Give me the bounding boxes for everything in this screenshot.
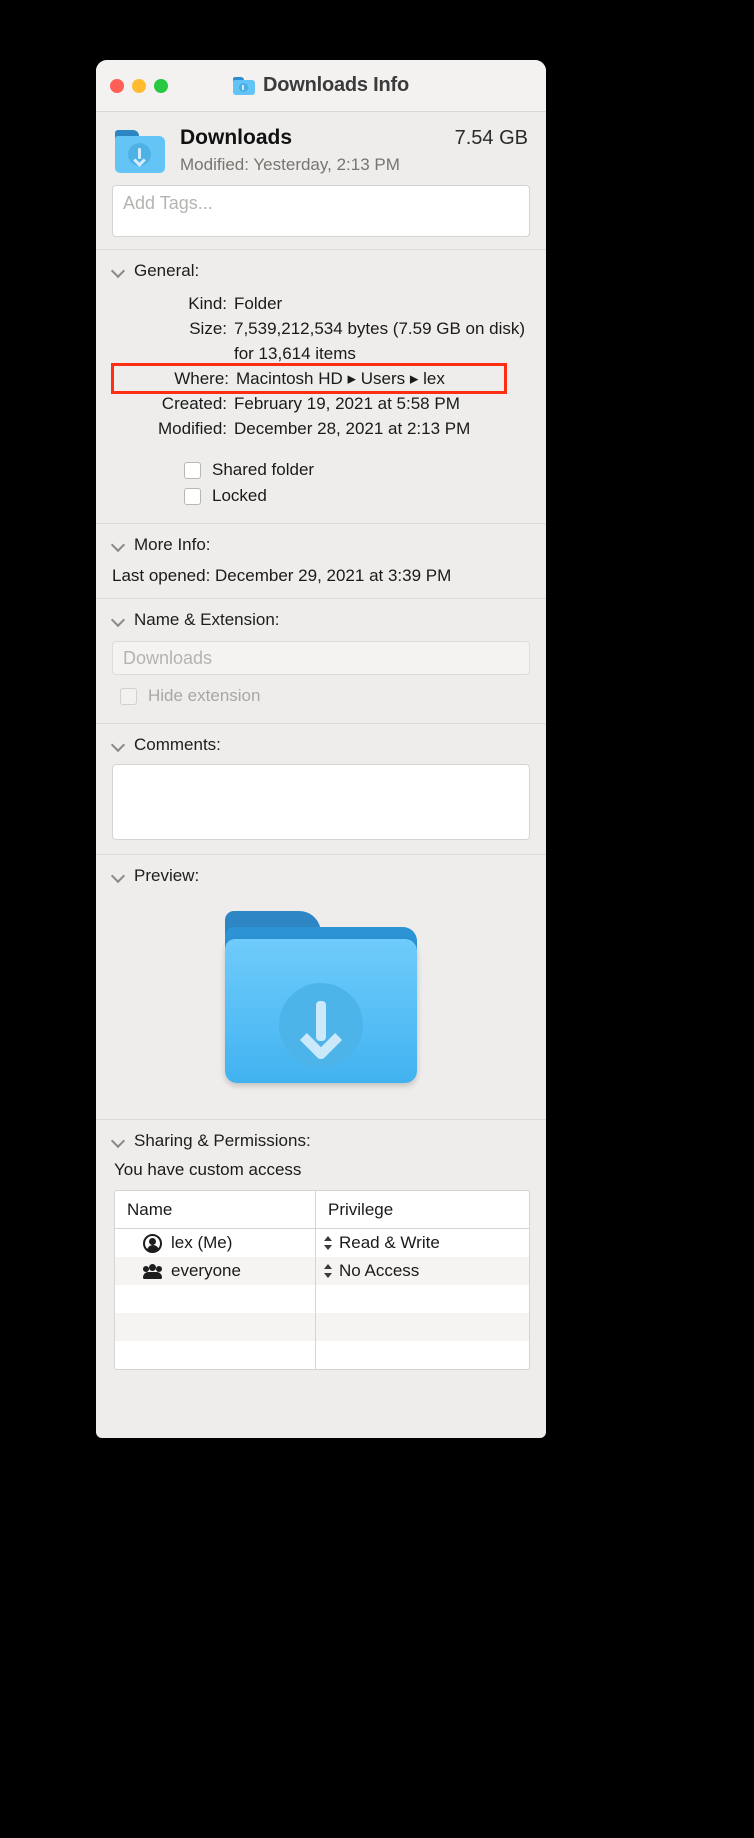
comments-title: Comments: xyxy=(134,735,221,754)
size-value: 7,539,212,534 bytes (7.59 GB on disk) fo… xyxy=(234,319,526,363)
general-section-header[interactable]: General: xyxy=(96,258,546,284)
hide-extension-wrap: Hide extension xyxy=(96,677,546,713)
downloads-folder-icon xyxy=(221,911,421,1083)
table-row[interactable]: everyone No Access xyxy=(115,1257,529,1285)
table-row[interactable]: lex (Me) Read & Write xyxy=(115,1229,529,1257)
locked-label: Locked xyxy=(212,486,267,505)
shared-folder-checkbox-row[interactable]: Shared folder xyxy=(112,457,530,483)
kind-row: Kind: Folder xyxy=(112,291,530,316)
general-section: General: Kind: Folder Size: 7,539,212,53… xyxy=(96,250,546,523)
modified-row-value: December 28, 2021 at 2:13 PM xyxy=(234,419,471,438)
hide-extension-checkbox[interactable] xyxy=(120,687,137,705)
permission-user-label: everyone xyxy=(171,1261,241,1280)
name-extension-title: Name & Extension: xyxy=(134,610,280,629)
permission-privilege-label: No Access xyxy=(339,1261,420,1280)
size-label: Size: xyxy=(189,319,227,338)
modified-value: Yesterday, 2:13 PM xyxy=(253,155,400,174)
title-bar[interactable]: Downloads Info xyxy=(96,60,546,112)
more-info-section-header[interactable]: More Info: xyxy=(96,532,546,558)
access-note: You have custom access xyxy=(114,1160,302,1179)
permission-privilege-cell[interactable]: Read & Write xyxy=(315,1229,529,1257)
where-row: Where: Macintosh HD ▸ Users ▸ lex xyxy=(111,363,507,394)
permission-name-cell: everyone xyxy=(115,1257,315,1285)
created-label: Created: xyxy=(161,394,227,413)
chevron-down-icon[interactable] xyxy=(112,739,125,752)
kind-value: Folder xyxy=(234,294,283,313)
hide-extension-checkbox-row[interactable]: Hide extension xyxy=(112,683,530,709)
name-field-wrap: Downloads xyxy=(96,633,546,677)
table-row-empty xyxy=(115,1313,529,1341)
item-size: 7.54 GB xyxy=(454,127,528,149)
comments-section-header[interactable]: Comments: xyxy=(96,732,546,758)
permission-user-label: lex (Me) xyxy=(171,1233,233,1252)
folder-icon xyxy=(232,76,255,95)
where-label: Where: xyxy=(174,369,229,388)
more-info-title: More Info: xyxy=(134,535,211,554)
last-opened-row: Last opened: December 29, 2021 at 3:39 P… xyxy=(112,566,452,585)
general-checkboxes: Shared folder Locked xyxy=(96,441,546,513)
item-modified: Modified: Yesterday, 2:13 PM xyxy=(180,155,528,175)
where-value: Macintosh HD ▸ Users ▸ lex xyxy=(236,369,445,388)
group-icon xyxy=(143,1262,162,1281)
user-icon xyxy=(143,1233,162,1253)
locked-checkbox[interactable] xyxy=(184,487,201,505)
sharing-section-header[interactable]: Sharing & Permissions: xyxy=(96,1128,546,1154)
permissions-table-wrap: Name Privilege lex (Me) Read & Write eve… xyxy=(96,1188,546,1370)
permission-name-cell: lex (Me) xyxy=(115,1229,315,1257)
modified-row: Modified: December 28, 2021 at 2:13 PM xyxy=(112,416,530,441)
size-row: Size: 7,539,212,534 bytes (7.59 GB on di… xyxy=(112,316,530,366)
downloads-folder-icon xyxy=(114,130,166,174)
permissions-table-header: Name Privilege xyxy=(115,1191,529,1229)
get-info-window: Downloads Info Downloads 7.54 GB Modifie… xyxy=(96,60,546,1438)
chevron-down-icon[interactable] xyxy=(112,539,125,552)
close-button[interactable] xyxy=(110,78,124,93)
comments-textarea[interactable] xyxy=(112,764,530,840)
preview-area xyxy=(96,889,546,1109)
column-header-privilege: Privilege xyxy=(315,1191,529,1228)
modified-label: Modified: xyxy=(180,155,249,174)
stepper-icon[interactable] xyxy=(324,1235,333,1251)
shared-folder-label: Shared folder xyxy=(212,460,315,479)
window-title: Downloads Info xyxy=(262,74,410,96)
hide-extension-label: Hide extension xyxy=(148,686,261,705)
kind-label: Kind: xyxy=(188,294,227,313)
stepper-icon[interactable] xyxy=(324,1263,333,1279)
name-extension-section-header[interactable]: Name & Extension: xyxy=(96,607,546,633)
chevron-down-icon[interactable] xyxy=(112,1135,125,1148)
general-title: General: xyxy=(134,261,200,280)
table-row-empty xyxy=(115,1341,529,1369)
permission-privilege-cell[interactable]: No Access xyxy=(315,1257,529,1285)
comments-section: Comments: xyxy=(96,724,546,854)
chevron-down-icon[interactable] xyxy=(112,870,125,883)
comments-box-wrap xyxy=(96,758,546,844)
permission-privilege-label: Read & Write xyxy=(339,1233,440,1252)
name-input[interactable]: Downloads xyxy=(112,641,530,675)
zoom-button[interactable] xyxy=(154,78,168,93)
chevron-down-icon[interactable] xyxy=(112,265,125,278)
created-value: February 19, 2021 at 5:58 PM xyxy=(234,394,460,413)
sharing-permissions-section: Sharing & Permissions: You have custom a… xyxy=(96,1120,546,1380)
column-header-name: Name xyxy=(127,1199,173,1219)
more-info-section: More Info: Last opened: December 29, 202… xyxy=(96,524,546,598)
add-tags-input[interactable]: Add Tags... xyxy=(112,185,530,237)
created-row: Created: February 19, 2021 at 5:58 PM xyxy=(112,391,530,416)
preview-section-header[interactable]: Preview: xyxy=(96,863,546,889)
chevron-down-icon[interactable] xyxy=(112,614,125,627)
name-extension-section: Name & Extension: Downloads Hide extensi… xyxy=(96,599,546,723)
tags-section: Add Tags... xyxy=(96,185,546,249)
minimize-button[interactable] xyxy=(132,78,146,93)
sharing-title: Sharing & Permissions: xyxy=(134,1131,311,1150)
window-controls xyxy=(110,78,168,93)
modified-row-label: Modified: xyxy=(158,419,227,438)
item-name: Downloads xyxy=(180,126,293,149)
general-rows: Kind: Folder Size: 7,539,212,534 bytes (… xyxy=(96,284,546,441)
permissions-table: Name Privilege lex (Me) Read & Write eve… xyxy=(114,1190,530,1370)
table-row-empty xyxy=(115,1285,529,1313)
info-header: Downloads 7.54 GB Modified: Yesterday, 2… xyxy=(96,112,546,185)
shared-folder-checkbox[interactable] xyxy=(184,461,201,479)
preview-section: Preview: xyxy=(96,855,546,1119)
locked-checkbox-row[interactable]: Locked xyxy=(112,483,530,509)
preview-title: Preview: xyxy=(134,866,200,885)
